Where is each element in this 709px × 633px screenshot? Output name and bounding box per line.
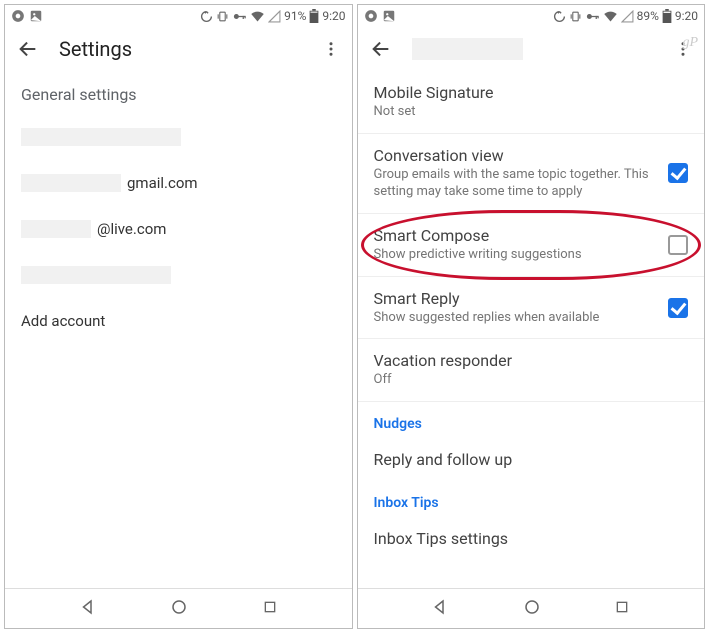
wifi-icon bbox=[603, 9, 618, 24]
account-row-redacted-1[interactable] bbox=[5, 114, 352, 160]
setting-title: Reply and follow up bbox=[374, 450, 679, 469]
setting-mobile-signature[interactable]: Mobile Signature Not set bbox=[358, 71, 705, 134]
setting-subtitle: Off bbox=[374, 372, 679, 389]
android-nav-bar bbox=[5, 588, 352, 628]
app-bar: Settings bbox=[5, 27, 352, 71]
account-row-redacted-2[interactable] bbox=[5, 252, 352, 298]
setting-conversation-view[interactable]: Conversation view Group emails with the … bbox=[358, 134, 705, 214]
setting-subtitle: Group emails with the same topic togethe… bbox=[374, 167, 659, 201]
setting-inbox-tips[interactable]: Inbox Tips settings bbox=[358, 517, 705, 560]
setting-vacation-responder[interactable]: Vacation responder Off bbox=[358, 339, 705, 402]
battery-icon bbox=[662, 9, 672, 23]
status-bar: 89% 9:20 bbox=[358, 5, 705, 27]
add-account-label: Add account bbox=[21, 312, 105, 330]
checkbox-smart-reply[interactable] bbox=[668, 298, 688, 318]
photos-icon bbox=[29, 9, 43, 23]
signal-icon bbox=[268, 10, 281, 23]
settings-list: Mobile Signature Not set Conversation vi… bbox=[358, 71, 705, 588]
setting-title: Conversation view bbox=[374, 146, 659, 165]
phone-right: 89% 9:20 gP Mobile Signature Not set Con… bbox=[357, 4, 706, 629]
app-bar bbox=[358, 27, 705, 71]
back-button[interactable] bbox=[17, 38, 39, 60]
android-nav-bar bbox=[358, 588, 705, 628]
redacted-text bbox=[21, 128, 181, 146]
clock: 9:20 bbox=[322, 9, 345, 23]
setting-subtitle: Show predictive writing suggestions bbox=[374, 247, 659, 264]
wifi-icon bbox=[250, 9, 265, 24]
back-button[interactable] bbox=[370, 38, 392, 60]
photos-icon bbox=[382, 9, 396, 23]
nav-recents-button[interactable] bbox=[262, 599, 278, 619]
section-header-nudges: Nudges bbox=[358, 402, 705, 438]
section-general-settings[interactable]: General settings bbox=[5, 71, 352, 114]
phone-left: 91% 9:20 Settings General settings gmail… bbox=[4, 4, 353, 629]
nav-home-button[interactable] bbox=[523, 598, 541, 620]
setting-reply-follow-up[interactable]: Reply and follow up bbox=[358, 438, 705, 481]
redacted-text bbox=[21, 220, 91, 238]
setting-smart-compose[interactable]: Smart Compose Show predictive writing su… bbox=[358, 214, 705, 277]
notification-circle-icon bbox=[364, 9, 378, 23]
page-title: Settings bbox=[59, 37, 132, 61]
checkbox-smart-compose[interactable] bbox=[668, 235, 688, 255]
nav-recents-button[interactable] bbox=[614, 599, 630, 619]
nav-back-button[interactable] bbox=[79, 598, 97, 620]
account-row-gmail[interactable]: gmail.com bbox=[5, 160, 352, 206]
account-row-live[interactable]: @live.com bbox=[5, 206, 352, 252]
section-header-inbox-tips: Inbox Tips bbox=[358, 481, 705, 517]
watermark: gP bbox=[682, 35, 698, 51]
account-domain: gmail.com bbox=[127, 174, 198, 192]
clock: 9:20 bbox=[675, 9, 698, 23]
setting-title: Smart Compose bbox=[374, 226, 659, 245]
sync-icon bbox=[553, 10, 566, 23]
nav-home-button[interactable] bbox=[170, 598, 188, 620]
nav-back-button[interactable] bbox=[431, 598, 449, 620]
setting-subtitle: Show suggested replies when available bbox=[374, 310, 659, 327]
redacted-title bbox=[412, 38, 523, 60]
status-bar: 91% 9:20 bbox=[5, 5, 352, 27]
account-domain: @live.com bbox=[97, 220, 166, 238]
redacted-text bbox=[21, 174, 121, 192]
setting-title: Smart Reply bbox=[374, 289, 659, 308]
settings-content: General settings gmail.com @live.com Add… bbox=[5, 71, 352, 588]
redacted-text bbox=[21, 266, 171, 284]
battery-icon bbox=[309, 9, 319, 23]
checkbox-conversation-view[interactable] bbox=[668, 163, 688, 183]
signal-icon bbox=[621, 10, 634, 23]
battery-percent: 89% bbox=[637, 9, 659, 23]
add-account-row[interactable]: Add account bbox=[5, 298, 352, 344]
setting-smart-reply[interactable]: Smart Reply Show suggested replies when … bbox=[358, 277, 705, 340]
setting-title: Vacation responder bbox=[374, 351, 679, 370]
setting-title: Mobile Signature bbox=[374, 83, 679, 102]
overflow-menu-button[interactable] bbox=[322, 40, 340, 58]
vpn-key-icon bbox=[232, 9, 247, 24]
notification-circle-icon bbox=[11, 9, 25, 23]
vibrate-icon bbox=[216, 10, 229, 23]
setting-subtitle: Not set bbox=[374, 104, 679, 121]
battery-percent: 91% bbox=[284, 9, 306, 23]
vibrate-icon bbox=[569, 10, 582, 23]
vpn-key-icon bbox=[585, 9, 600, 24]
setting-title: Inbox Tips settings bbox=[374, 529, 679, 548]
sync-icon bbox=[200, 10, 213, 23]
